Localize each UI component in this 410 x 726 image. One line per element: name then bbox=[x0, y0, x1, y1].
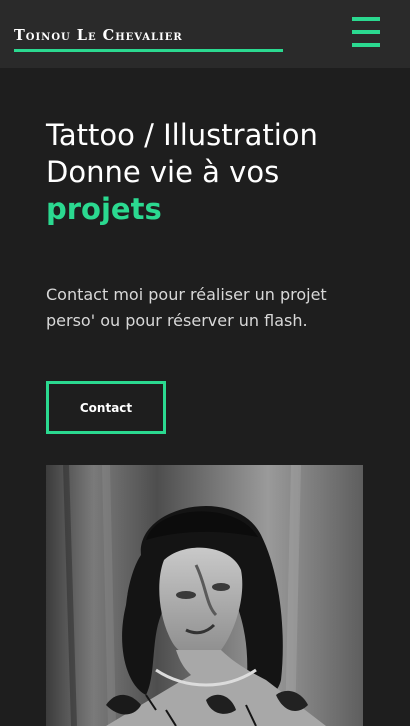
site-logo-text[interactable]: Toinou Le Chevalier bbox=[14, 26, 183, 46]
hero-title: Tattoo / Illustration Donne vie à vos pr… bbox=[46, 117, 386, 228]
hero-title-line-2: Donne vie à vos bbox=[46, 155, 280, 189]
menu-bar bbox=[352, 30, 380, 34]
menu-bar bbox=[352, 43, 380, 47]
hero-title-accent: projets bbox=[46, 192, 162, 226]
menu-bar bbox=[352, 17, 380, 21]
site-header: Toinou Le Chevalier bbox=[0, 0, 410, 68]
portrait-image bbox=[46, 465, 363, 726]
hero-title-line-1: Tattoo / Illustration bbox=[46, 118, 318, 152]
hamburger-menu-icon[interactable] bbox=[352, 17, 380, 47]
portrait-photo bbox=[46, 465, 363, 726]
hero-subtitle: Contact moi pour réaliser un projet pers… bbox=[46, 285, 327, 330]
site-logo[interactable]: Toinou Le Chevalier bbox=[14, 26, 283, 52]
contact-button[interactable]: Contact bbox=[46, 381, 166, 434]
